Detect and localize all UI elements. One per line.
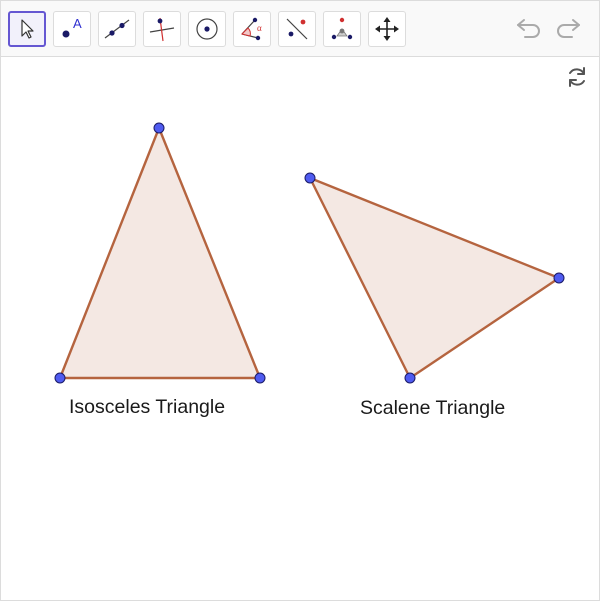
refresh-icon	[565, 65, 589, 94]
graphics-view[interactable]	[1, 1, 599, 600]
scalene-vertex-right[interactable]	[553, 272, 565, 284]
scalene-triangle-label: Scalene Triangle	[360, 397, 506, 419]
isosceles-vertex-apex[interactable]	[153, 122, 165, 134]
isosceles-vertex-right[interactable]	[254, 372, 266, 384]
scalene-triangle[interactable]	[308, 176, 561, 380]
isosceles-triangle[interactable]	[58, 126, 262, 380]
isosceles-triangle-label: Isosceles Triangle	[69, 396, 226, 418]
scalene-vertex-bottom[interactable]	[404, 372, 416, 384]
isosceles-vertex-left[interactable]	[54, 372, 66, 384]
refresh-button[interactable]	[563, 65, 591, 93]
scalene-vertex-top[interactable]	[304, 172, 316, 184]
geogebra-applet: A α Isosceles Triangle Scalene Triangle	[0, 0, 600, 601]
